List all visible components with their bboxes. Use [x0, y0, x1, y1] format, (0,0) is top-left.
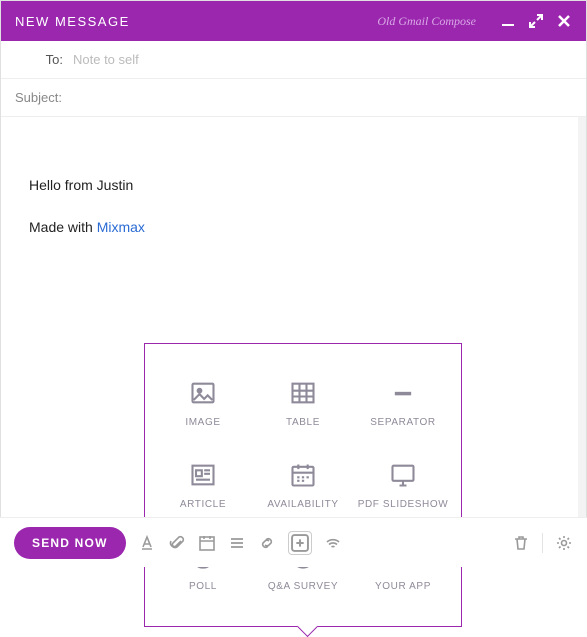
compose-mode-label[interactable]: Old Gmail Compose [377, 14, 476, 29]
table-icon [289, 379, 317, 407]
wifi-icon[interactable] [324, 534, 342, 552]
article-icon [189, 461, 217, 489]
compose-toolbar: SEND NOW [0, 517, 587, 567]
message-body[interactable]: Hello from Justin Made with Mixmax IMAGE… [1, 117, 586, 527]
subject-row: Subject: [1, 79, 586, 117]
list-icon[interactable] [228, 534, 246, 552]
menu-label: ARTICLE [180, 499, 226, 510]
insert-pdf-slideshow[interactable]: PDF SLIDESHOW [353, 444, 453, 526]
insert-separator[interactable]: SEPARATOR [353, 362, 453, 444]
insert-icon[interactable] [288, 531, 312, 555]
image-icon [189, 379, 217, 407]
to-label: To: [15, 52, 63, 67]
window-title: NEW MESSAGE [15, 14, 130, 29]
to-input[interactable] [73, 52, 572, 67]
body-line: Hello from Justin [29, 177, 550, 193]
menu-label: Q&A SURVEY [268, 581, 338, 592]
send-button[interactable]: SEND NOW [14, 527, 126, 559]
availability-icon [289, 461, 317, 489]
menu-label: POLL [189, 581, 217, 592]
expand-icon[interactable] [528, 13, 544, 29]
menu-label: TABLE [286, 417, 320, 428]
insert-article[interactable]: ARTICLE [153, 444, 253, 526]
minimize-icon[interactable] [500, 13, 516, 29]
pdf-slideshow-icon [389, 461, 417, 489]
titlebar: NEW MESSAGE Old Gmail Compose [1, 1, 586, 41]
menu-label: IMAGE [185, 417, 220, 428]
body-line: Made with Mixmax [29, 219, 550, 235]
insert-availability[interactable]: AVAILABILITY [253, 444, 353, 526]
menu-label: PDF SLIDESHOW [358, 499, 449, 510]
settings-icon[interactable] [555, 534, 573, 552]
close-icon[interactable] [556, 13, 572, 29]
trash-icon[interactable] [512, 534, 530, 552]
format-text-icon[interactable] [138, 534, 156, 552]
menu-label: SEPARATOR [370, 417, 435, 428]
link-icon[interactable] [258, 534, 276, 552]
mixmax-link[interactable]: Mixmax [97, 219, 145, 235]
attach-icon[interactable] [168, 534, 186, 552]
insert-table[interactable]: TABLE [253, 362, 353, 444]
separator-icon [389, 379, 417, 407]
insert-menu: IMAGE TABLE SEPARATOR ARTICLE AVAILABILI… [144, 343, 462, 627]
divider [542, 533, 543, 553]
subject-input[interactable] [68, 90, 572, 105]
to-row: To: [1, 41, 586, 79]
menu-label: AVAILABILITY [267, 499, 338, 510]
subject-label: Subject: [15, 90, 62, 105]
calendar-icon[interactable] [198, 534, 216, 552]
menu-label: YOUR APP [375, 581, 431, 592]
insert-image[interactable]: IMAGE [153, 362, 253, 444]
